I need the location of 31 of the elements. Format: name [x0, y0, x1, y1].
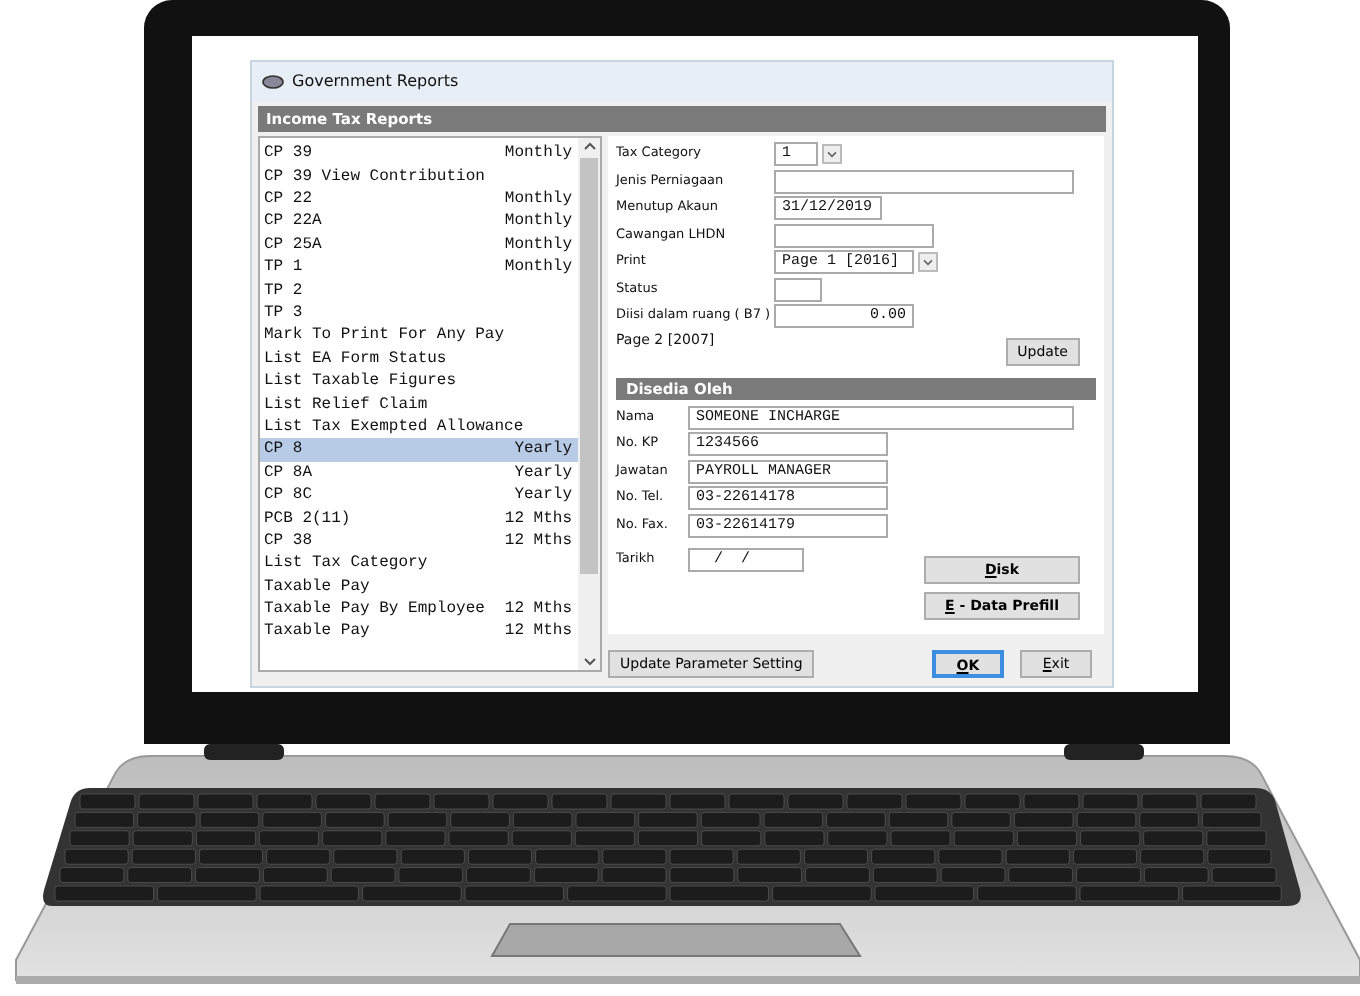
- input-field[interactable]: [774, 277, 822, 301]
- report-item[interactable]: PCB 2(11) 12 Mths: [260, 507, 578, 530]
- scroll-down-icon[interactable]: [581, 654, 597, 671]
- report-item[interactable]: CP 8A Yearly: [260, 461, 578, 485]
- report-item[interactable]: CP 22 Monthly: [260, 188, 578, 211]
- report-item[interactable]: List Tax Category: [260, 552, 578, 576]
- report-item[interactable]: Taxable Pay: [260, 575, 578, 599]
- report-item[interactable]: TP 2: [260, 279, 578, 302]
- report-item[interactable]: Mark To Print For Any Pay: [260, 324, 578, 348]
- input-field[interactable]: [774, 169, 1074, 193]
- scroll-thumb[interactable]: [580, 158, 598, 575]
- report-item[interactable]: CP 8C Yearly: [260, 484, 578, 507]
- report-item[interactable]: CP 39 View Contribution: [260, 165, 578, 189]
- report-item[interactable]: CP 25A Monthly: [260, 233, 578, 257]
- report-item[interactable]: List EA Form Status: [260, 347, 578, 371]
- app-icon: [262, 74, 284, 90]
- scroll-up-icon[interactable]: [581, 138, 597, 155]
- report-item[interactable]: List Tax Exempted Allowance: [260, 415, 578, 439]
- report-item[interactable]: TP 3: [260, 301, 578, 325]
- report-item[interactable]: TP 1 Monthly: [260, 256, 578, 280]
- scrollbar[interactable]: [578, 138, 600, 671]
- report-item[interactable]: CP 38 12 Mths: [260, 529, 578, 553]
- input-field[interactable]: [774, 223, 934, 247]
- report-item[interactable]: CP 8 Yearly: [260, 438, 578, 462]
- report-item[interactable]: CP 22A Monthly: [260, 210, 578, 234]
- window-title: Government Reports: [292, 70, 459, 94]
- report-item[interactable]: Taxable Pay By Employee 12 Mths: [260, 598, 578, 621]
- report-item[interactable]: Taxable Pay 12 Mths: [260, 620, 578, 644]
- report-item[interactable]: List Relief Claim: [260, 393, 578, 416]
- report-item[interactable]: CP 39 Monthly: [260, 142, 578, 166]
- report-item[interactable]: List Taxable Figures: [260, 370, 578, 394]
